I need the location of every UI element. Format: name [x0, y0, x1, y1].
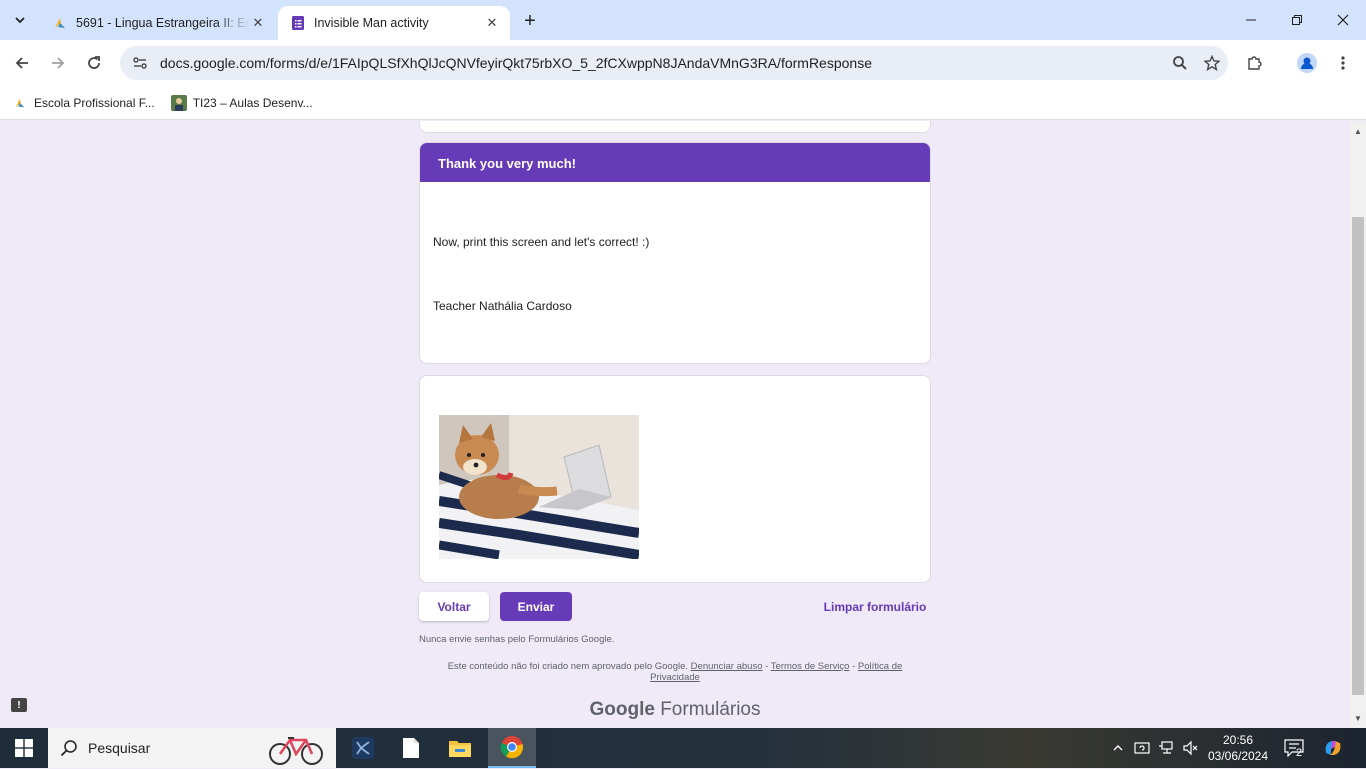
chevron-up-icon — [1113, 745, 1123, 751]
notifications-button[interactable]: 2 — [1284, 728, 1304, 768]
thank-you-section: Thank you very much! Now, print this scr… — [419, 142, 931, 364]
minimize-icon — [1246, 19, 1256, 21]
search-icon — [60, 739, 78, 757]
separator: - — [765, 661, 769, 672]
terms-link[interactable]: Termos de Serviço — [771, 661, 850, 672]
document-icon — [403, 738, 419, 758]
clock-time: 20:56 — [1222, 733, 1254, 747]
taskbar-search[interactable]: Pesquisar — [48, 728, 336, 768]
tab-title: Invisible Man activity — [314, 16, 429, 30]
school-favicon-icon — [12, 95, 28, 111]
bicycle-icon — [268, 732, 324, 769]
browser-toolbar: docs.google.com/forms/d/e/1FAIpQLSfXhQlJ… — [0, 40, 1366, 86]
tab-lingua-estrangeira[interactable]: 5691 - Lingua Estrangeira II: Ent ✕ — [40, 6, 276, 40]
bookmark-label: Escola Profissional F... — [34, 95, 155, 110]
tab-search-button[interactable] — [6, 7, 34, 33]
network-icon[interactable] — [1158, 728, 1174, 768]
previous-section-card — [419, 121, 931, 133]
extensions-button[interactable] — [1240, 49, 1268, 77]
zoom-icon[interactable] — [1164, 55, 1196, 71]
profile-button[interactable] — [1293, 49, 1321, 77]
search-placeholder: Pesquisar — [88, 740, 151, 756]
scroll-down-icon[interactable]: ▼ — [1350, 710, 1366, 726]
disclaimer-text: Este conteúdo não foi criado nem aprovad… — [447, 661, 689, 672]
address-bar[interactable]: docs.google.com/forms/d/e/1FAIpQLSfXhQlJ… — [120, 46, 1228, 80]
bookmarks-bar: Escola Profissional F... TI23 – Aulas De… — [0, 86, 1366, 120]
volume-muted-icon[interactable] — [1182, 728, 1198, 768]
reload-icon — [88, 56, 100, 69]
restore-icon — [1292, 15, 1302, 25]
chrome-menu-button[interactable] — [1329, 49, 1357, 77]
folder-icon — [449, 741, 471, 757]
google-wordmark: Google — [589, 699, 655, 720]
forward-button[interactable] — [44, 49, 72, 77]
bookmark-label: TI23 – Aulas Desenv... — [192, 95, 313, 110]
puzzle-icon — [1248, 56, 1262, 70]
google-forms-logo[interactable]: Google Formulários — [419, 699, 931, 721]
show-hidden-icons[interactable] — [1112, 728, 1124, 768]
start-button[interactable] — [0, 728, 48, 768]
forms-wordmark: Formulários — [660, 699, 761, 720]
back-button[interactable]: Voltar — [419, 592, 489, 621]
page-scrollbar[interactable]: ▲ ▼ — [1350, 121, 1366, 728]
close-window-button[interactable] — [1320, 0, 1366, 40]
report-abuse-link[interactable]: Denunciar abuso — [691, 661, 763, 672]
close-tab-icon[interactable]: ✕ — [484, 15, 500, 31]
clock-date: 03/06/2024 — [1207, 749, 1269, 763]
description-signature: Teacher Nathália Cardoso — [433, 299, 572, 313]
tab-strip: 5691 - Lingua Estrangeira II: Ent ✕ Invi… — [0, 0, 1366, 40]
bookmark-escola[interactable]: Escola Profissional F... — [12, 95, 155, 111]
url-text[interactable]: docs.google.com/forms/d/e/1FAIpQLSfXhQlJ… — [160, 55, 1164, 71]
close-icon — [1337, 14, 1349, 26]
visual-studio-icon — [352, 737, 374, 759]
separator: - — [852, 661, 856, 672]
arrow-left-icon — [15, 57, 28, 69]
submit-button[interactable]: Enviar — [500, 592, 572, 621]
image-card — [419, 375, 931, 583]
google-forms-favicon-icon — [290, 15, 306, 31]
plus-icon: + — [524, 9, 536, 32]
copilot-icon[interactable] — [1322, 728, 1344, 768]
section-title: Thank you very much! — [420, 143, 930, 182]
tray-update-icon[interactable] — [1134, 728, 1150, 768]
more-vert-icon — [1341, 56, 1345, 70]
site-settings-icon[interactable] — [130, 55, 150, 71]
page-content: Thank you very much! Now, print this scr… — [0, 121, 1350, 728]
bookmark-ti23[interactable]: TI23 – Aulas Desenv... — [170, 94, 313, 111]
avatar-favicon-icon — [170, 94, 187, 111]
shiba-laptop-photo — [439, 415, 639, 559]
report-problem-icon[interactable]: ! — [11, 698, 27, 712]
arrow-right-icon — [52, 57, 65, 69]
description-line: Now, print this screen and let's correct… — [433, 235, 650, 249]
avatar-icon — [1297, 53, 1317, 73]
school-favicon-icon — [52, 15, 68, 31]
bookmark-star-icon[interactable] — [1196, 55, 1228, 71]
minimize-button[interactable] — [1228, 0, 1274, 40]
close-tab-icon[interactable]: ✕ — [250, 15, 266, 31]
chevron-down-icon — [15, 17, 25, 24]
google-disclaimer: Este conteúdo não foi criado nem aprovad… — [419, 661, 931, 683]
windows-taskbar: Pesquisar 20:56 03/06/2024 2 — [0, 728, 1366, 768]
scroll-thumb[interactable] — [1352, 217, 1364, 695]
tab-invisible-man[interactable]: Invisible Man activity ✕ — [278, 6, 510, 40]
windows-logo-icon — [15, 739, 33, 757]
taskbar-app-file[interactable] — [387, 728, 435, 768]
new-tab-button[interactable]: + — [518, 9, 542, 33]
tab-title: 5691 - Lingua Estrangeira II: Ent — [76, 16, 250, 30]
back-button[interactable] — [8, 49, 36, 77]
reload-button[interactable] — [80, 49, 108, 77]
restore-button[interactable] — [1274, 0, 1320, 40]
clear-form-button[interactable]: Limpar formulário — [818, 592, 932, 621]
scroll-up-icon[interactable]: ▲ — [1350, 123, 1366, 139]
notification-count: 2 — [1296, 747, 1303, 759]
taskbar-clock[interactable]: 20:56 03/06/2024 — [1200, 732, 1276, 764]
password-warning: Nunca envie senhas pelo Formulários Goog… — [419, 634, 615, 645]
taskbar-app-chrome[interactable] — [488, 728, 536, 768]
taskbar-app-visual-studio[interactable] — [339, 728, 387, 768]
taskbar-app-file-explorer[interactable] — [436, 728, 484, 768]
chrome-icon — [500, 736, 524, 759]
